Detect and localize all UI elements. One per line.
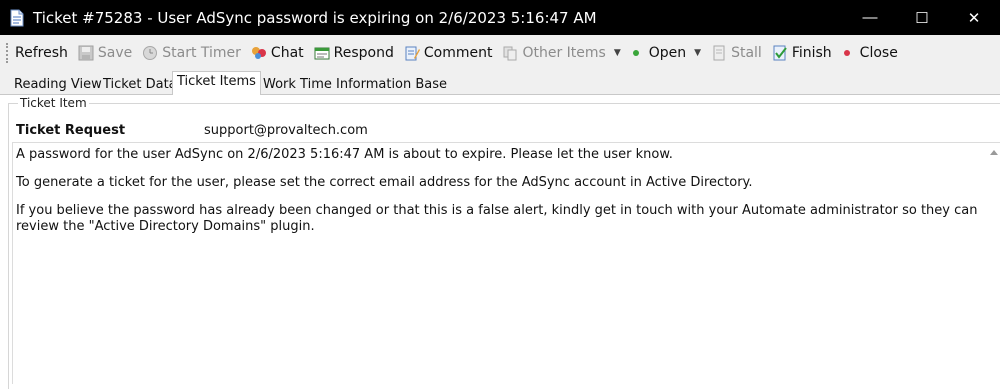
tab-ticket-data[interactable]: Ticket Data	[98, 74, 182, 95]
message-paragraph: To generate a ticket for the user, pleas…	[16, 175, 753, 190]
open-button[interactable]: Open ▼	[649, 45, 701, 61]
chevron-down-icon: ▼	[694, 48, 702, 58]
requester-email: support@provaltech.com	[204, 122, 368, 138]
ticket-items-panel: Ticket Item Ticket Request support@prova…	[0, 95, 1000, 389]
chat-button[interactable]: Chat	[251, 45, 304, 61]
comment-label: Comment	[423, 45, 493, 61]
refresh-button[interactable]: Refresh	[15, 45, 68, 61]
close-ticket-button[interactable]: Close	[860, 45, 898, 61]
stall-label: Stall	[731, 45, 762, 61]
other-items-icon	[502, 45, 518, 61]
save-label: Save	[97, 45, 133, 61]
finish-icon	[772, 45, 788, 61]
window-title: Ticket #75283 - User AdSync password is …	[33, 8, 597, 27]
respond-button[interactable]: Respond	[314, 45, 394, 61]
timer-icon	[142, 45, 158, 61]
status-dot-icon	[843, 50, 850, 56]
tab-reading-view[interactable]: Reading View	[9, 74, 107, 95]
stall-button[interactable]: Stall	[711, 45, 762, 61]
stall-icon	[711, 45, 727, 61]
finish-label: Finish	[791, 45, 832, 61]
tab-information-base[interactable]: Information Base	[331, 74, 452, 95]
comment-button[interactable]: Comment	[404, 45, 493, 61]
tab-strip: Reading View Ticket Data Ticket Items Wo…	[0, 71, 1000, 96]
ticket-request-label: Ticket Request	[16, 122, 126, 138]
toolbar-grip[interactable]	[6, 43, 9, 63]
respond-icon	[314, 45, 330, 61]
other-items-button[interactable]: Other Items ▼	[502, 45, 621, 61]
document-icon	[10, 9, 24, 27]
comment-icon	[404, 45, 420, 61]
message-paragraph: A password for the user AdSync on 2/6/20…	[16, 147, 673, 162]
chat-label: Chat	[270, 45, 304, 61]
message-paragraph: If you believe the password has already …	[16, 203, 978, 234]
respond-label: Respond	[333, 45, 394, 61]
start-timer-label: Start Timer	[162, 45, 241, 61]
scroll-up-arrow-icon[interactable]	[990, 150, 998, 155]
close-window-button[interactable]: ✕	[948, 0, 1000, 35]
chevron-down-icon: ▼	[613, 48, 621, 58]
status-dot-icon	[632, 50, 639, 56]
refresh-label: Refresh	[15, 45, 68, 61]
chat-icon	[251, 45, 267, 61]
message-body[interactable]: A password for the user AdSync on 2/6/20…	[12, 142, 1000, 384]
open-label: Open	[648, 45, 687, 61]
tab-ticket-items[interactable]: Ticket Items	[172, 71, 261, 96]
other-items-label: Other Items	[522, 45, 606, 61]
title-bar: Ticket #75283 - User AdSync password is …	[0, 0, 1000, 35]
group-title: Ticket Item	[18, 96, 89, 110]
start-timer-button[interactable]: Start Timer	[142, 45, 241, 61]
ticket-request-row: Ticket Request support@provaltech.com	[16, 121, 368, 139]
tab-work-time[interactable]: Work Time	[258, 74, 337, 95]
save-button[interactable]: Save	[78, 45, 132, 61]
maximize-button[interactable]: ☐	[896, 0, 948, 35]
save-icon	[78, 45, 94, 61]
minimize-button[interactable]: —	[844, 0, 896, 35]
toolbar: Refresh Save Start Timer Chat Respond Co…	[0, 35, 1000, 71]
close-label: Close	[859, 45, 898, 61]
finish-button[interactable]: Finish	[772, 45, 832, 61]
